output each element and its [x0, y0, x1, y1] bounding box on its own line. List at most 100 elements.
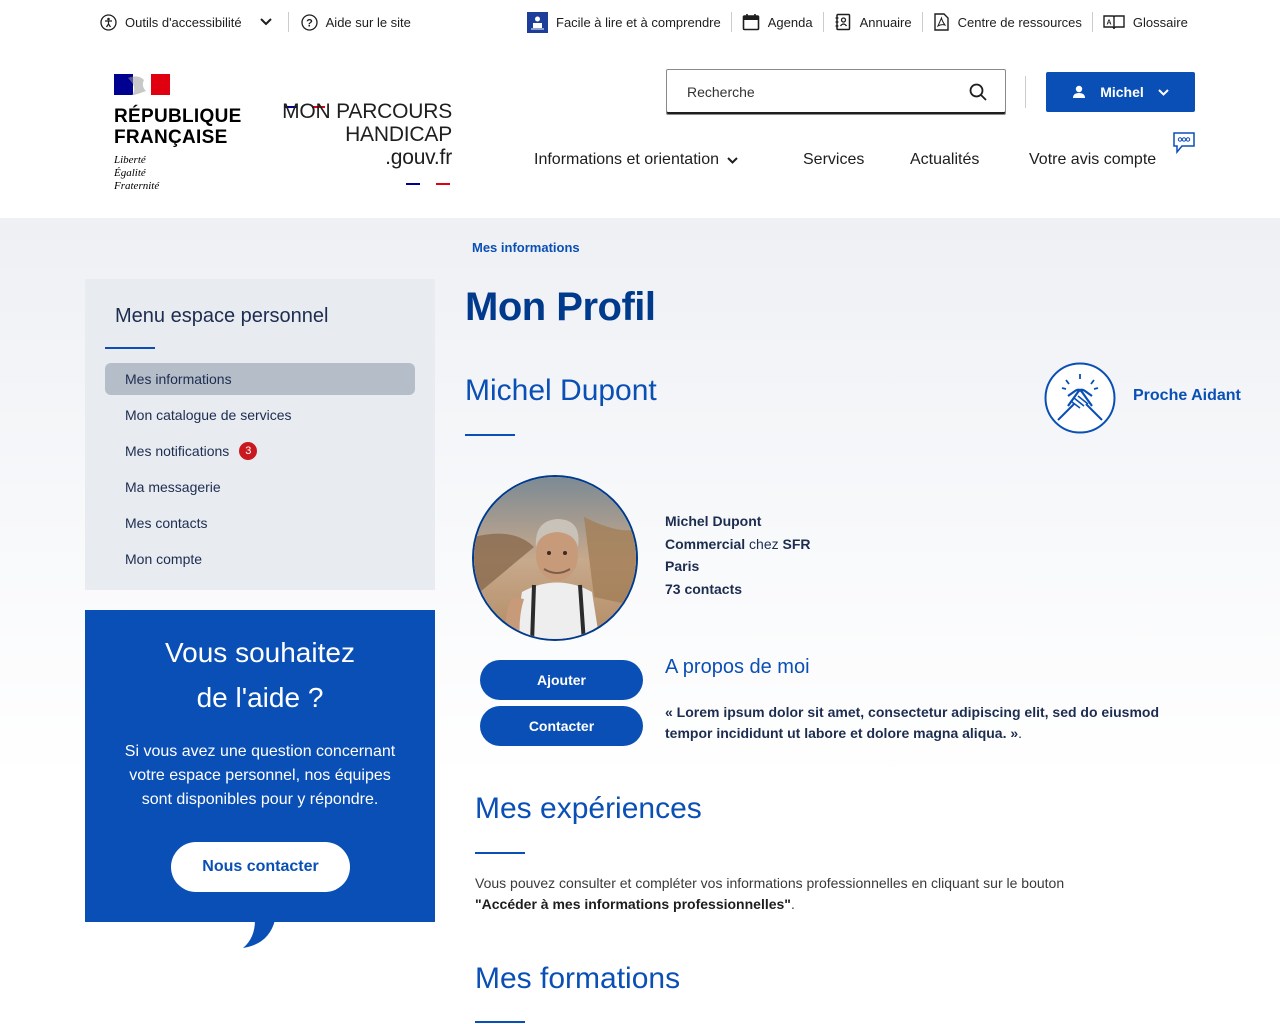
nav-label: Votre avis compte [1029, 151, 1157, 168]
utility-bar-left: Outils d'accessibilité ? Aide sur le sit… [100, 0, 411, 44]
nav-item-informations[interactable]: Informations et orientation [534, 146, 738, 174]
profile-card-name: Michel Dupont [665, 513, 762, 529]
svg-text:A: A [1106, 20, 1111, 27]
sidebar-item-compte[interactable]: Mon compte [105, 543, 415, 575]
divider [1025, 76, 1026, 108]
contact-us-button[interactable]: Nous contacter [171, 842, 350, 892]
profile-job-title: Commercial [665, 535, 746, 552]
help-box: Vous souhaitez de l'aide ? Si vous avez … [85, 610, 435, 922]
page-title: Mon Profil [465, 285, 656, 329]
nav-item-actualites[interactable]: Actualités [910, 146, 979, 174]
heading-underline [475, 1021, 525, 1023]
sidebar-item-notifications[interactable]: Mes notifications 3 [105, 435, 415, 467]
feedback-bubble-icon [1172, 131, 1196, 160]
sidebar-item-mes-informations[interactable]: Mes informations [105, 363, 415, 395]
divider [1091, 12, 1093, 32]
title-underline [105, 347, 155, 349]
directory-label: Annuaire [859, 14, 912, 30]
sidebar-item-label: Mon compte [125, 551, 203, 567]
sidebar-item-messagerie[interactable]: Ma messagerie [105, 471, 415, 503]
site-logo-dashes-bottom [406, 173, 450, 191]
divider [730, 12, 732, 32]
easy-read-label: Facile à lire et à comprendre [556, 14, 721, 30]
utility-bar-right: Facile à lire et à comprendre Agenda Ann… [527, 0, 1188, 44]
avatar [472, 475, 638, 641]
profile-job-at: chez [749, 535, 779, 552]
resources-link[interactable]: Centre de ressources [933, 13, 1082, 31]
help-label: Aide sur le site [325, 14, 411, 30]
experiences-button-reference: "Accéder à mes informations professionne… [475, 896, 791, 912]
about-heading: A propos de moi [665, 656, 810, 678]
speech-bubble-tail [243, 920, 275, 948]
formations-heading: Mes formations [475, 962, 681, 995]
notification-count-badge: 3 [239, 442, 258, 460]
easy-read-link[interactable]: Facile à lire et à comprendre [527, 11, 721, 33]
heading-underline [475, 852, 525, 854]
search-icon[interactable] [969, 83, 987, 101]
easy-read-icon [527, 11, 548, 33]
chevron-down-icon [259, 18, 272, 26]
accessibility-icon [100, 13, 117, 31]
user-account-button[interactable]: Michel [1046, 72, 1195, 112]
about-quote: « Lorem ipsum dolor sit amet, consectetu… [665, 704, 1159, 741]
site-logo[interactable]: MON PARCOURS HANDICAP .gouv.fr [280, 96, 452, 169]
republique-title: RÉPUBLIQUE FRANÇAISE [114, 106, 242, 148]
accessibility-tools[interactable]: Outils d'accessibilité [100, 13, 272, 31]
nav-item-feedback[interactable]: Votre avis compte [1029, 146, 1156, 174]
help-text: Si vous avez une question concernant vot… [124, 743, 396, 808]
personal-space-menu: Menu espace personnel Mes informations M… [85, 279, 435, 590]
site-help-link[interactable]: ? Aide sur le site [300, 13, 411, 31]
divider [287, 12, 289, 32]
pdf-file-icon [933, 13, 950, 31]
agenda-link[interactable]: Agenda [742, 13, 813, 31]
user-name: Michel [1100, 84, 1144, 100]
nav-label: Services [803, 151, 865, 168]
agenda-label: Agenda [767, 14, 813, 30]
site-name-line2: HANDICAP [345, 123, 452, 146]
experiences-text: Vous pouvez consulter et compléter vos i… [475, 873, 1155, 915]
user-icon [1072, 85, 1086, 99]
address-book-icon [834, 13, 852, 31]
directory-link[interactable]: Annuaire [834, 13, 912, 31]
heading-underline [465, 434, 515, 436]
svg-text:?: ? [306, 17, 313, 29]
republique-francaise-logo[interactable]: RÉPUBLIQUE FRANÇAISE Liberté Égalité Fra… [114, 74, 254, 193]
nav-label: Actualités [910, 151, 980, 168]
search-placeholder: Recherche [687, 84, 755, 100]
resources-label: Centre de ressources [957, 14, 1082, 30]
sidebar-item-label: Mes informations [125, 371, 232, 387]
help-title: Vous souhaitez de l'aide ? [165, 637, 355, 713]
site-name-domain: .gouv.fr [385, 146, 452, 169]
republique-motto: Liberté Égalité Fraternité [114, 154, 160, 192]
nav-item-services[interactable]: Services [803, 146, 864, 174]
contact-button[interactable]: Contacter [480, 706, 643, 746]
sidebar-item-label: Mes contacts [125, 515, 208, 531]
calendar-icon [742, 13, 760, 31]
add-contact-button[interactable]: Ajouter [480, 660, 643, 700]
helping-hands-icon [1044, 362, 1116, 439]
divider [921, 12, 923, 32]
glossary-label: Glossaire [1132, 14, 1188, 30]
help-icon: ? [300, 13, 318, 31]
marianne-flag-icon [114, 74, 170, 95]
nav-label: Informations et orientation [534, 151, 719, 168]
book-icon: A [1103, 14, 1125, 30]
about-text: « Lorem ipsum dolor sit amet, consectetu… [665, 702, 1185, 744]
sidebar-item-contacts[interactable]: Mes contacts [105, 507, 415, 539]
sidebar-item-label: Ma messagerie [125, 479, 221, 495]
sidebar-item-catalogue[interactable]: Mon catalogue de services [105, 399, 415, 431]
accessibility-label: Outils d'accessibilité [125, 14, 242, 30]
profile-company: SFR [782, 535, 811, 552]
profile-contacts-count[interactable]: 73 contacts [665, 581, 742, 597]
about-end: . [1018, 725, 1023, 741]
profile-city: Paris [665, 558, 700, 574]
site-name-line1: MON PARCOURS [282, 100, 452, 123]
glossary-link[interactable]: A Glossaire [1103, 14, 1188, 30]
breadcrumb[interactable]: Mes informations [472, 240, 580, 255]
chevron-down-icon [1158, 88, 1169, 96]
search-input[interactable]: Recherche [666, 69, 1006, 115]
breadcrumb-current: Mes informations [472, 240, 580, 255]
menu-title: Menu espace personnel [115, 305, 329, 327]
profile-name-heading: Michel Dupont [465, 374, 657, 407]
sidebar-item-label: Mon catalogue de services [125, 407, 292, 423]
